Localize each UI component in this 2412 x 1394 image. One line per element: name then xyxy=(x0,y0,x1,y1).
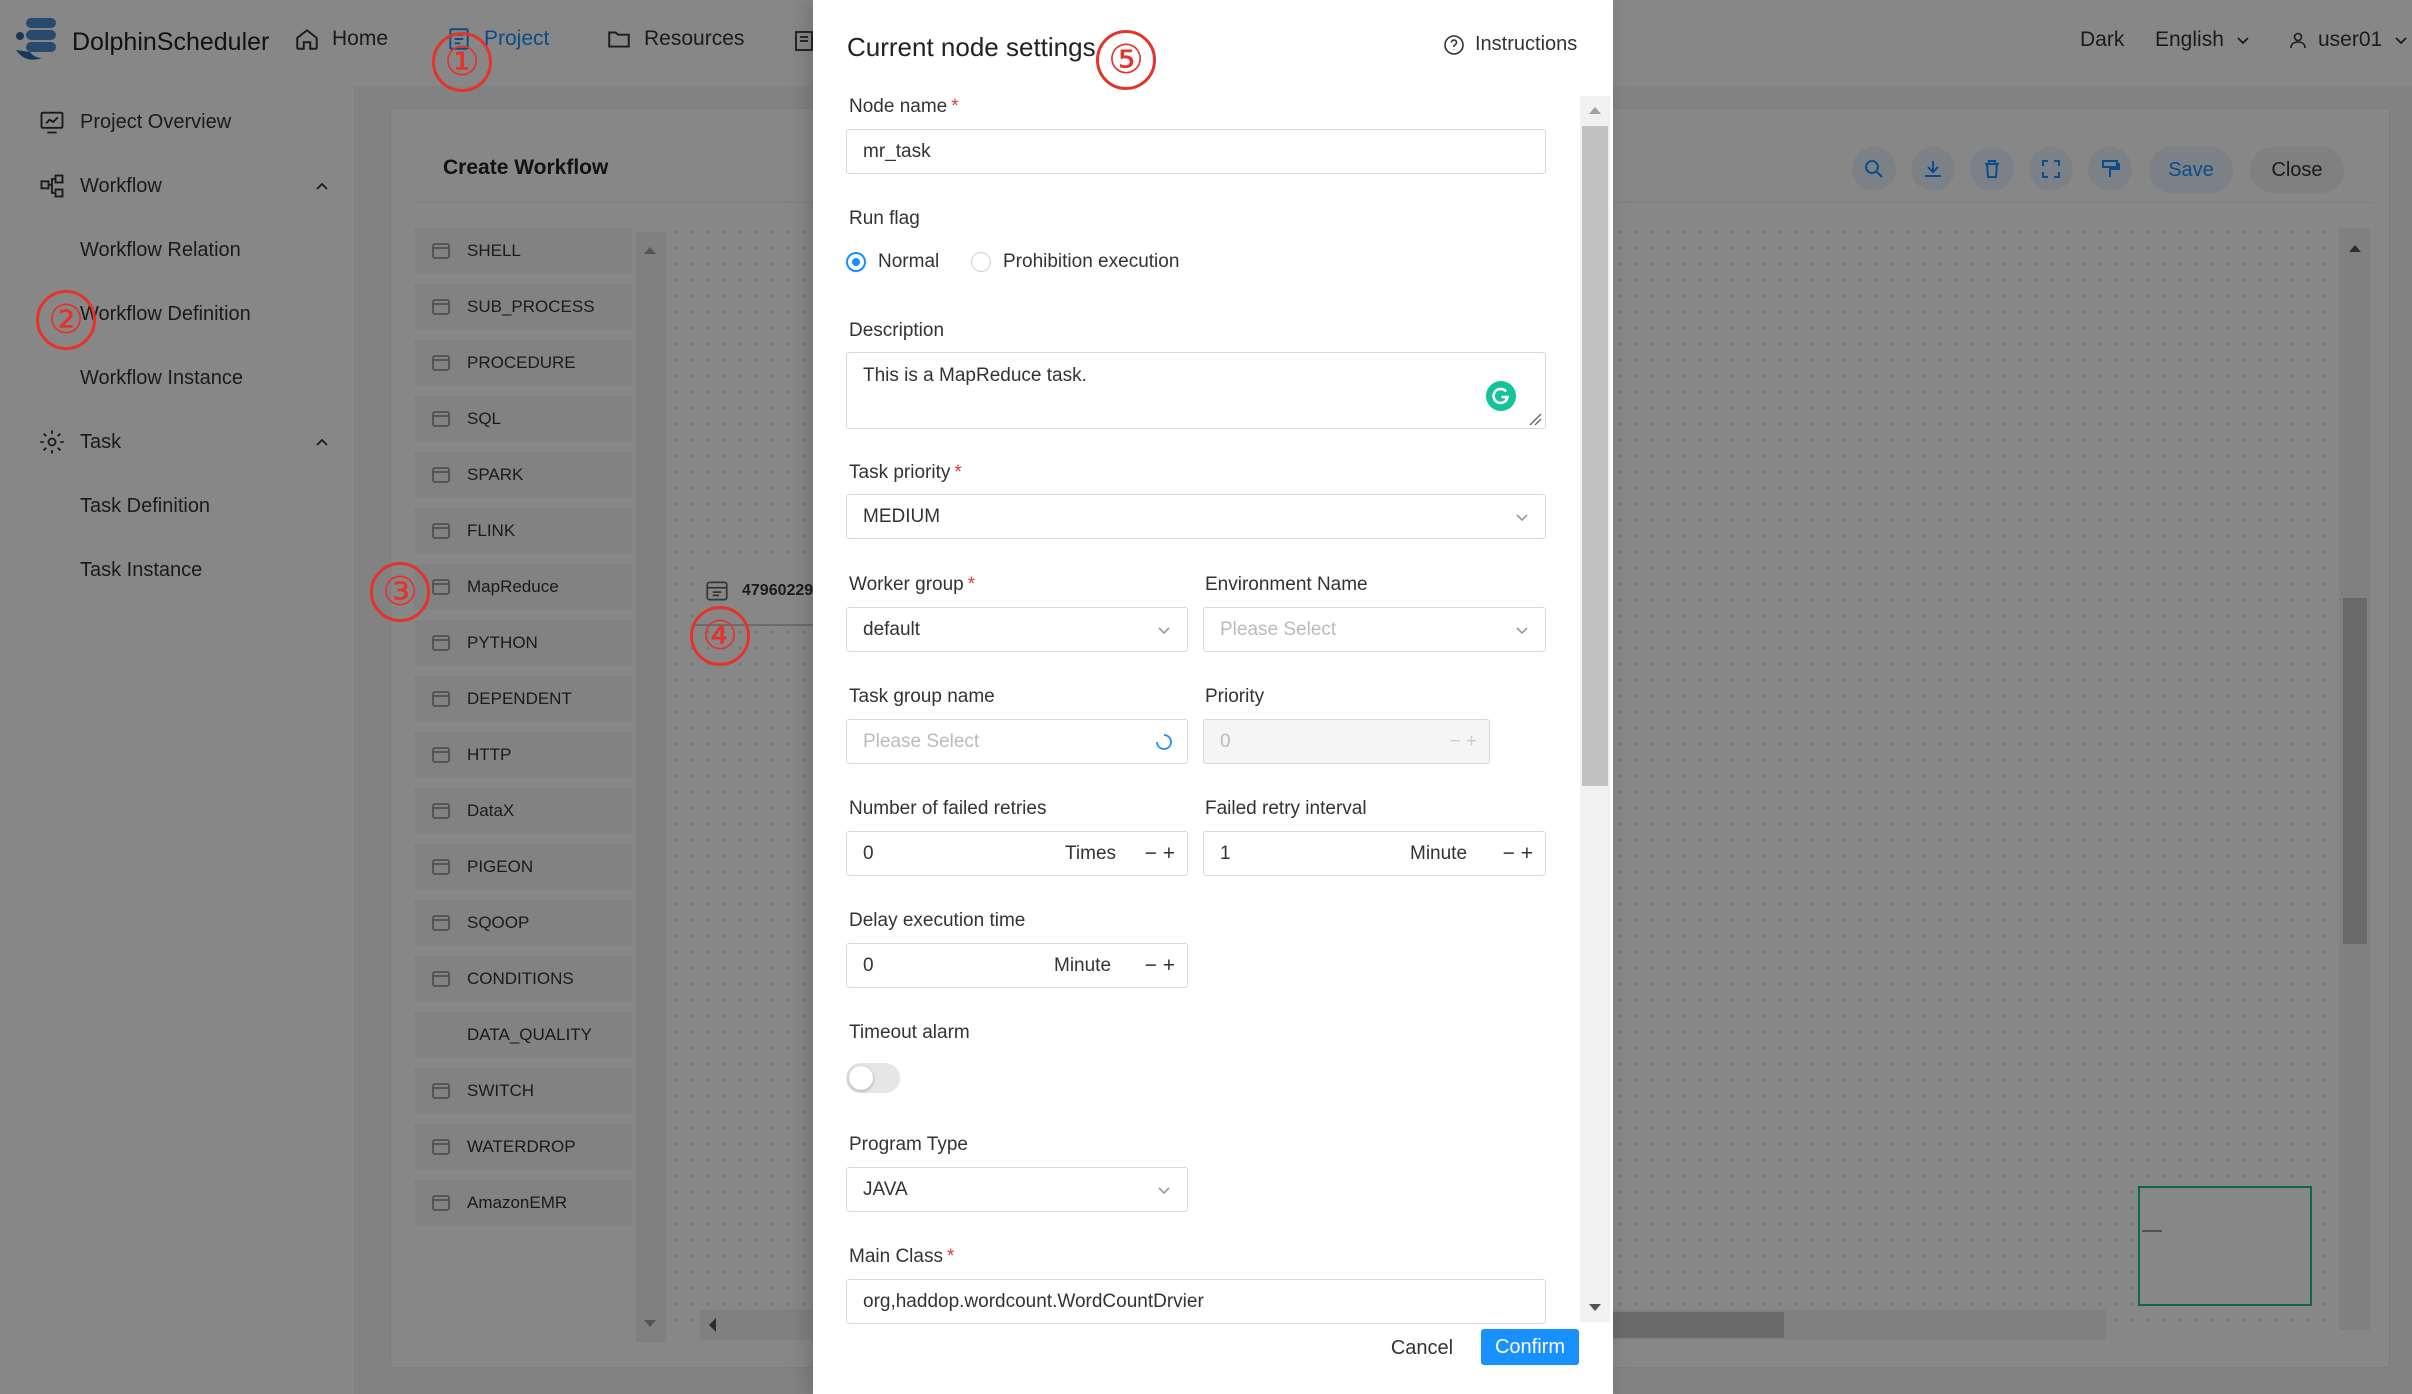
main-class-value: org,haddop.wordcount.WordCountDrvier xyxy=(863,1290,1204,1312)
delay-time-unit: Minute xyxy=(1054,954,1112,976)
annotation-2: ② xyxy=(36,290,96,350)
radio-label: Normal xyxy=(878,251,940,272)
instructions-link[interactable]: Instructions xyxy=(1443,33,1577,56)
scroll-down-icon[interactable] xyxy=(1587,1302,1603,1314)
radio-unchecked-icon xyxy=(971,252,991,272)
loading-spinner-icon xyxy=(1156,733,1172,750)
worker-group-label-text: Worker group xyxy=(849,574,964,595)
cancel-button[interactable]: Cancel xyxy=(1380,1330,1464,1366)
main-class-label: Main Class * xyxy=(849,1246,955,1267)
program-type-select[interactable]: JAVA xyxy=(846,1167,1188,1212)
priority-label: Priority xyxy=(1205,686,1265,707)
priority-value: 0 xyxy=(1220,730,1231,752)
main-class-input[interactable]: org,haddop.wordcount.WordCountDrvier xyxy=(846,1279,1546,1324)
chevron-down-icon xyxy=(1516,626,1528,634)
worker-group-value: default xyxy=(863,618,921,640)
chevron-down-icon xyxy=(1158,1186,1170,1194)
worker-group-label: Worker group * xyxy=(849,574,976,595)
retry-interval-value: 1 xyxy=(1220,842,1231,864)
task-group-select[interactable]: Please Select xyxy=(846,719,1188,764)
main-class-label-text: Main Class xyxy=(849,1246,943,1267)
program-type-label: Program Type xyxy=(849,1134,968,1155)
scroll-up-icon[interactable] xyxy=(1587,104,1603,116)
chevron-down-icon xyxy=(1516,513,1528,521)
task-priority-label-text: Task priority xyxy=(849,462,951,483)
description-value: This is a MapReduce task. xyxy=(863,365,1087,386)
task-priority-label: Task priority * xyxy=(849,462,962,483)
task-group-label: Task group name xyxy=(849,686,995,707)
node-name-label-text: Node name xyxy=(849,96,948,117)
annotation-5: ⑤ xyxy=(1096,30,1156,90)
failed-retries-value: 0 xyxy=(863,842,874,864)
worker-group-select[interactable]: default xyxy=(846,607,1188,652)
retry-interval-stepper[interactable]: − + xyxy=(1503,842,1533,866)
drawer-scroll-thumb[interactable] xyxy=(1582,126,1608,786)
delay-time-stepper[interactable]: − + xyxy=(1145,954,1175,978)
node-name-input[interactable]: mr_task xyxy=(846,129,1546,174)
retry-interval-label: Failed retry interval xyxy=(1205,798,1367,819)
delay-time-label: Delay execution time xyxy=(849,910,1026,931)
annotation-3: ③ xyxy=(370,562,430,622)
priority-stepper[interactable]: − + xyxy=(1450,731,1477,753)
grammarly-icon[interactable] xyxy=(1486,381,1516,411)
annotation-1: ① xyxy=(432,32,492,92)
resize-handle-icon[interactable] xyxy=(1528,412,1542,426)
timeout-alarm-label: Timeout alarm xyxy=(849,1022,970,1043)
failed-retries-unit: Times xyxy=(1065,842,1117,864)
environment-placeholder: Please Select xyxy=(1220,618,1337,640)
failed-retries-stepper[interactable]: − + xyxy=(1145,842,1175,866)
run-flag-label: Run flag xyxy=(849,208,920,229)
task-priority-select[interactable]: MEDIUM xyxy=(846,494,1546,539)
priority-input[interactable]: 0 − + xyxy=(1203,719,1490,764)
radio-label: Prohibition execution xyxy=(1003,251,1180,272)
node-name-label: Node name * xyxy=(849,96,959,117)
node-name-value: mr_task xyxy=(863,140,931,162)
failed-retries-input[interactable]: 0 Times − + xyxy=(846,831,1188,876)
run-flag-prohibition-radio[interactable]: Prohibition execution xyxy=(971,251,1179,273)
program-type-value: JAVA xyxy=(863,1178,908,1200)
delay-time-value: 0 xyxy=(863,954,874,976)
task-priority-value: MEDIUM xyxy=(863,505,941,527)
delay-time-input[interactable]: 0 Minute − + xyxy=(846,943,1188,988)
failed-retries-label: Number of failed retries xyxy=(849,798,1047,819)
description-textarea[interactable]: This is a MapReduce task. xyxy=(846,352,1546,429)
radio-checked-icon xyxy=(846,252,866,272)
run-flag-normal-radio[interactable]: Normal xyxy=(846,251,939,273)
description-label: Description xyxy=(849,320,945,341)
chevron-down-icon xyxy=(1158,626,1170,634)
retry-interval-input[interactable]: 1 Minute − + xyxy=(1203,831,1546,876)
drawer-title: Current node settings xyxy=(847,32,1096,62)
timeout-alarm-switch[interactable] xyxy=(846,1063,900,1093)
environment-select[interactable]: Please Select xyxy=(1203,607,1546,652)
annotation-4: ④ xyxy=(690,606,750,666)
help-icon xyxy=(1444,34,1464,55)
task-group-placeholder: Please Select xyxy=(863,730,980,752)
confirm-button[interactable]: Confirm xyxy=(1481,1329,1579,1365)
environment-label: Environment Name xyxy=(1205,574,1368,595)
retry-interval-unit: Minute xyxy=(1410,842,1468,864)
instructions-label: Instructions xyxy=(1475,33,1578,55)
